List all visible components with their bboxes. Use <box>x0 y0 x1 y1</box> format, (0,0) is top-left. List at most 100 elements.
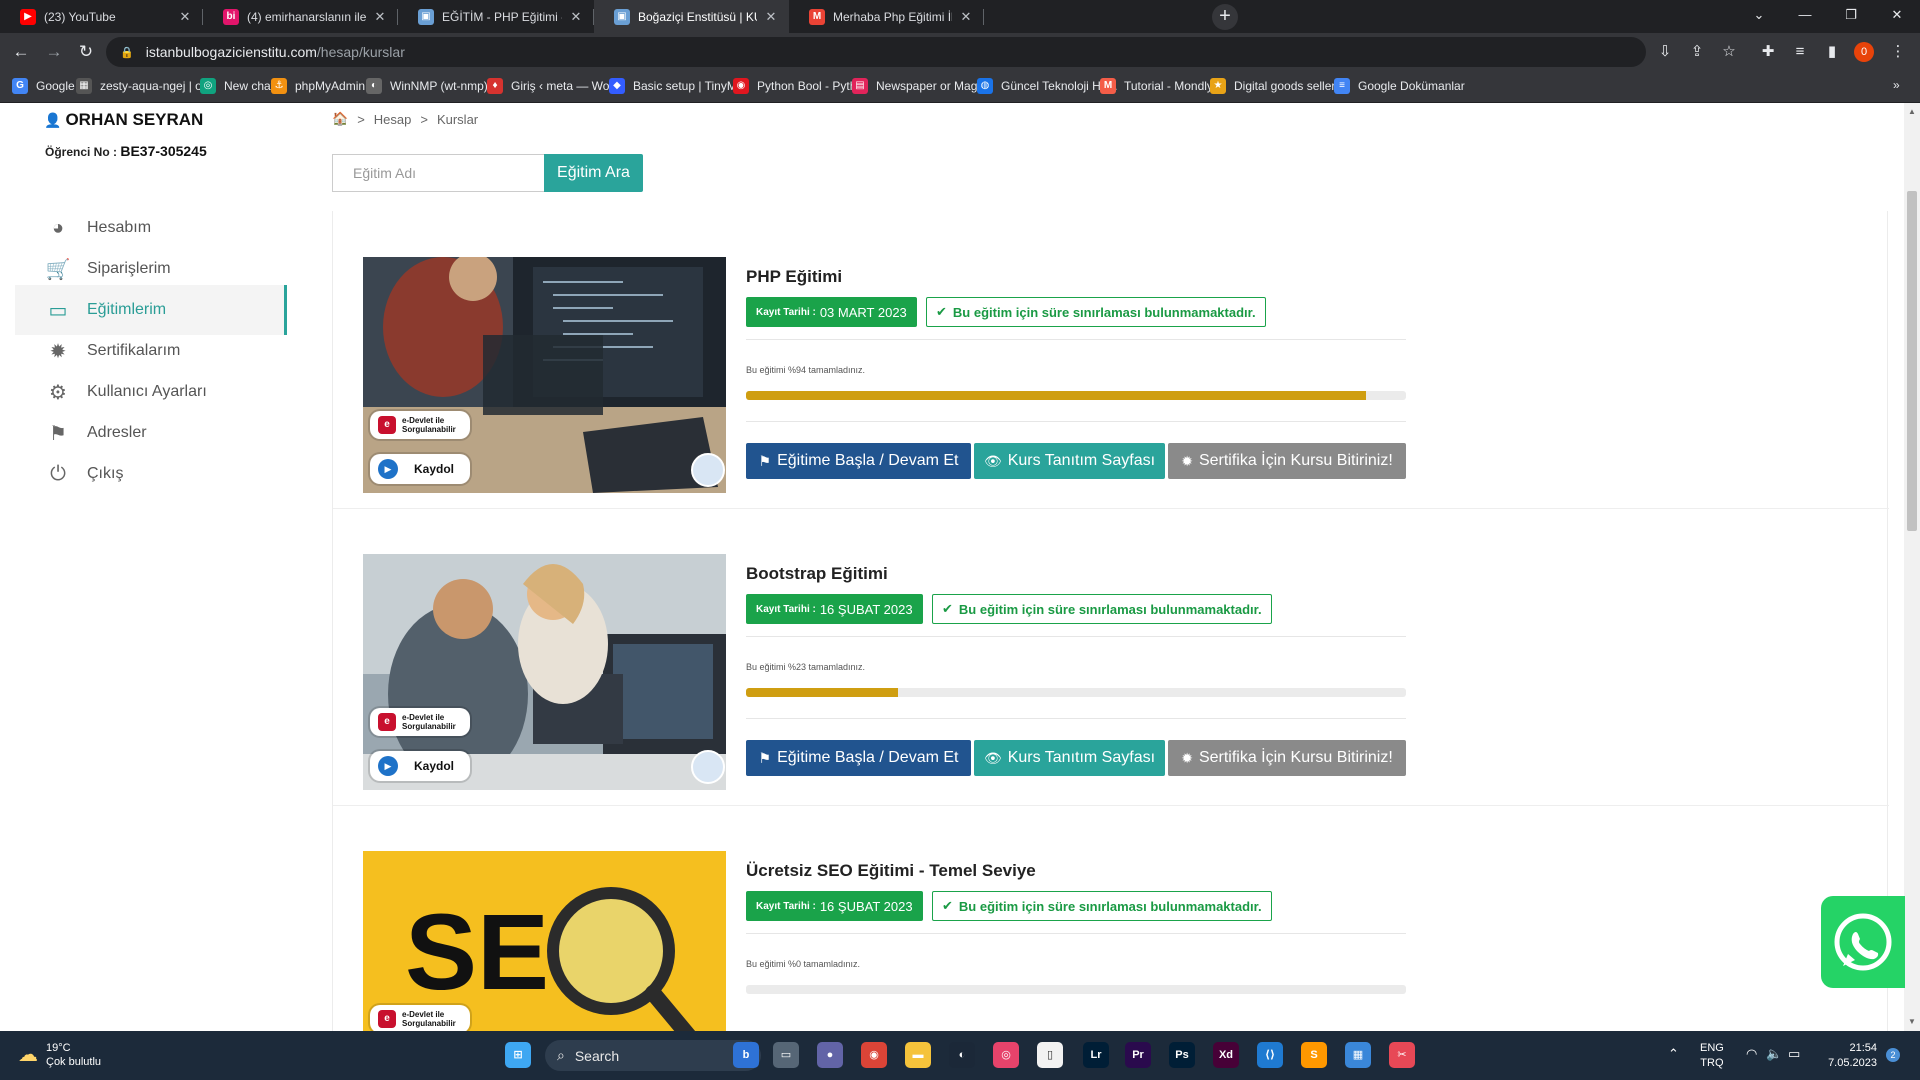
start-course-button[interactable]: ⚑ Eğitime Başla / Devam Et <box>746 443 971 479</box>
tab-search-icon[interactable]: ⌄ <box>1736 0 1782 30</box>
whatsapp-button[interactable] <box>1821 896 1905 988</box>
whatsapp-icon <box>1834 913 1892 971</box>
bookmark-star-icon[interactable]: ☆ <box>1718 41 1740 63</box>
course-intro-button[interactable]: 👁 Kurs Tanıtım Sayfası <box>974 443 1165 479</box>
enrollment-date: Kayıt Tarihi :16 ŞUBAT 2023 <box>746 891 923 921</box>
new-tab-button[interactable]: + <box>1212 4 1238 30</box>
bing-icon[interactable]: b <box>733 1042 759 1068</box>
restore-icon[interactable]: ❐ <box>1828 0 1874 30</box>
sidebar-item-7[interactable]: ⏻ Çıkış <box>15 449 287 499</box>
bookmark-item[interactable]: ◍ Güncel Teknoloji Ha... <box>977 78 1118 94</box>
chrome-icon[interactable]: ◉ <box>861 1042 887 1068</box>
course-title[interactable]: Ücretsiz SEO Eğitimi - Temel Seviye <box>746 861 1036 881</box>
bookmark-item[interactable]: ⚓ phpMyAdmin <box>271 78 365 94</box>
more-menu-icon[interactable]: ⋮ <box>1887 41 1909 63</box>
bookmark-item[interactable]: ◆ Basic setup | TinyM... <box>609 78 747 94</box>
bookmark-icon: ▦ <box>76 78 92 94</box>
close-tab-icon[interactable]: ✕ <box>763 9 779 25</box>
profile-avatar[interactable]: 0 <box>1854 42 1874 62</box>
close-tab-icon[interactable]: ✕ <box>958 9 974 25</box>
tab-separator <box>983 9 984 25</box>
register-badge[interactable]: ▶ Kaydol <box>370 751 470 781</box>
more-bookmarks-icon[interactable]: » <box>1893 78 1900 92</box>
course-search-input[interactable]: Eğitim Adı <box>332 154 544 192</box>
minimize-icon[interactable]: — <box>1782 0 1828 30</box>
no-time-limit-text: Bu eğitim için süre sınırlaması bulunmam… <box>958 898 1262 914</box>
browser-tab[interactable]: M Merhaba Php Eğitimi İle ilgili - or ✕ <box>789 0 984 33</box>
bookmark-item[interactable]: ▦ zesty-aqua-ngej | o... <box>76 78 212 94</box>
bookmark-item[interactable]: ♦ Giriş ‹ meta — Wor... <box>487 78 623 94</box>
weather-widget[interactable]: ☁ 19°C Çok bulutlu <box>18 1041 101 1069</box>
task-view-icon[interactable]: ▭ <box>773 1042 799 1068</box>
vscode-icon[interactable]: ⟨⟩ <box>1257 1042 1283 1068</box>
bookmark-item[interactable]: ◉ Python Bool - Pyth... <box>733 78 866 94</box>
close-tab-icon[interactable]: ✕ <box>372 9 388 25</box>
windows-start-icon[interactable]: ⊞ <box>505 1042 531 1068</box>
bookmark-item[interactable]: ★ Digital goods seller... <box>1210 78 1345 94</box>
breadcrumb-hesap[interactable]: Hesap <box>374 112 412 127</box>
browser-tab[interactable]: ▶ (23) YouTube ✕ <box>0 0 203 33</box>
file-explorer-icon[interactable]: ▬ <box>905 1042 931 1068</box>
volume-icon[interactable]: 🔈 <box>1766 1046 1782 1062</box>
page-scrollbar[interactable]: ▲ ▼ <box>1904 103 1920 1031</box>
language-indicator[interactable]: ENG TRQ <box>1700 1041 1724 1071</box>
certificate-button[interactable]: ✹ Sertifika İçin Kursu Bitiriniz! <box>1168 740 1406 776</box>
bookmark-item[interactable]: ▤ Newspaper or Mag... <box>852 78 987 94</box>
bookmark-item[interactable]: G Google <box>12 78 75 94</box>
breadcrumb-separator: > <box>357 111 365 127</box>
bookmark-item[interactable]: M Tutorial - Mondly <box>1100 78 1213 94</box>
course-intro-button[interactable]: 👁 Kurs Tanıtım Sayfası <box>974 740 1165 776</box>
close-tab-icon[interactable]: ✕ <box>568 9 584 25</box>
snipping-tool-icon[interactable]: ✂ <box>1389 1042 1415 1068</box>
home-icon[interactable]: 🏠 <box>332 111 348 127</box>
premiere-icon[interactable]: Pr <box>1125 1042 1151 1068</box>
instructor-avatar <box>691 453 725 487</box>
address-bar[interactable]: 🔒 istanbulbogazicienstitu.com/hesap/kurs… <box>106 37 1646 67</box>
weather-temp: 19°C <box>46 1042 71 1054</box>
share-icon[interactable]: ⇪ <box>1686 41 1708 63</box>
browser-tab[interactable]: ▣ Boğaziçi Enstitüsü | KURSLAR ✕ <box>594 0 789 33</box>
register-badge[interactable]: ▶ Kaydol <box>370 454 470 484</box>
battery-icon[interactable]: ▭ <box>1788 1046 1800 1062</box>
extensions-icon[interactable]: ✚ <box>1757 41 1779 63</box>
course-search-button[interactable]: Eğitim Ara <box>544 154 643 192</box>
notification-badge[interactable]: 2 <box>1886 1048 1900 1062</box>
wifi-icon[interactable]: ◠ <box>1746 1046 1757 1062</box>
reload-icon[interactable]: ↻ <box>75 41 97 63</box>
side-panel-icon[interactable]: ▮ <box>1821 41 1843 63</box>
teams-icon[interactable]: ● <box>817 1042 843 1068</box>
close-tab-icon[interactable]: ✕ <box>177 9 193 25</box>
app-icon[interactable]: ◎ <box>993 1042 1019 1068</box>
bookmark-item[interactable]: ◐ WinNMP (wt-nmp)... <box>366 78 498 94</box>
tab-title: EĞİTİM - PHP Eğitimi - Ders <box>442 9 562 24</box>
course-thumbnail[interactable]: e e-Devlet ile Sorgulanabilir ▶ Kaydol <box>363 554 726 790</box>
store-icon[interactable]: ▦ <box>1345 1042 1371 1068</box>
bookmark-item[interactable]: ◎ New chat <box>200 78 274 94</box>
course-title[interactable]: Bootstrap Eğitimi <box>746 564 888 584</box>
browser-tab[interactable]: ▣ EĞİTİM - PHP Eğitimi - Ders ✕ <box>398 0 594 33</box>
close-window-icon[interactable]: ✕ <box>1874 0 1920 30</box>
document-icon[interactable]: ▯ <box>1037 1042 1063 1068</box>
back-icon[interactable]: ← <box>10 41 32 63</box>
media-control-icon[interactable]: ≡ <box>1789 41 1811 63</box>
sublime-icon[interactable]: S <box>1301 1042 1327 1068</box>
xd-icon[interactable]: Xd <box>1213 1042 1239 1068</box>
bookmark-label: Newspaper or Mag... <box>876 79 988 93</box>
certificate-button[interactable]: ✹ Sertifika İçin Kursu Bitiriniz! <box>1168 443 1406 479</box>
bookmark-item[interactable]: ≡ Google Dokümanlar <box>1334 78 1465 94</box>
forward-icon[interactable]: → <box>43 41 65 63</box>
steam-icon[interactable]: ◐ <box>949 1042 975 1068</box>
start-course-button[interactable]: ⚑ Eğitime Başla / Devam Et <box>746 740 971 776</box>
browser-tab[interactable]: bi (4) emirhanarslanın ile anlık mesa ✕ <box>203 0 398 33</box>
bookmark-icon: ◉ <box>733 78 749 94</box>
taskbar-search[interactable]: ⌕ Search <box>545 1040 761 1071</box>
tray-chevron-icon[interactable]: ⌃ <box>1668 1046 1679 1062</box>
install-app-icon[interactable]: ⇩ <box>1654 41 1676 63</box>
user-name-text: ORHAN SEYRAN <box>65 110 204 129</box>
course-thumbnail[interactable]: e e-Devlet ile Sorgulanabilir ▶ Kaydol <box>363 257 726 493</box>
course-title[interactable]: PHP Eğitimi <box>746 267 842 287</box>
photoshop-icon[interactable]: Ps <box>1169 1042 1195 1068</box>
course-thumbnail[interactable]: SEO e e-Devlet ile Sorgulanabilir <box>363 851 726 1031</box>
clock[interactable]: 21:54 7.05.2023 <box>1815 1041 1877 1071</box>
lightroom-icon[interactable]: Lr <box>1083 1042 1109 1068</box>
